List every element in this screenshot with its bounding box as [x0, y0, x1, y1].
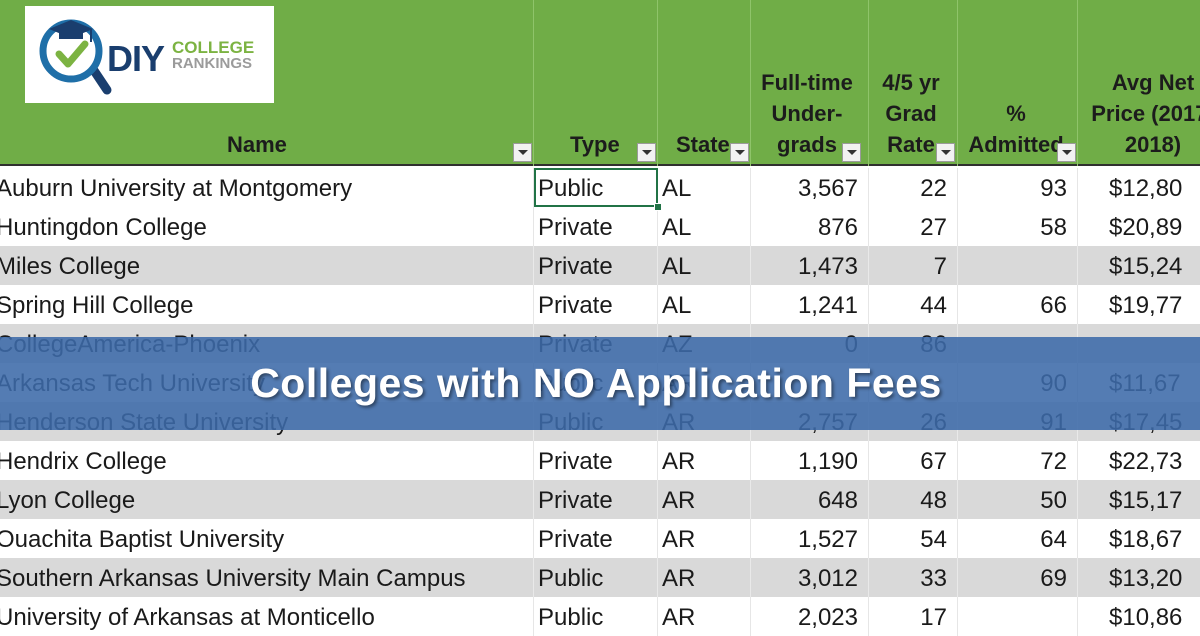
cell-state[interactable]: AL [658, 207, 751, 246]
cell-undergrads[interactable]: 1,527 [751, 519, 869, 558]
filter-dropdown-undergrads[interactable] [842, 143, 861, 162]
cell-admitted[interactable]: 69 [958, 558, 1078, 597]
cell-grad-rate[interactable]: 17 [869, 597, 958, 636]
cell-grad-rate[interactable]: 48 [869, 480, 958, 519]
cell-name[interactable]: Auburn University at Montgomery [0, 168, 534, 207]
cell-net-price[interactable]: $10,86 [1078, 597, 1200, 636]
cell-undergrads[interactable]: 1,241 [751, 285, 869, 324]
table-row[interactable]: Ouachita Baptist University Private AR 1,52… [0, 519, 1200, 558]
cell-state[interactable]: AR [658, 441, 751, 480]
cell-type[interactable]: Public [534, 558, 658, 597]
logo-line-rankings: RANKINGS [172, 55, 253, 72]
table-row[interactable]: Lyon College Private AR 648 48 50 $15,17 [0, 480, 1200, 519]
cell-undergrads[interactable]: 3,567 [751, 168, 869, 207]
cell-name[interactable]: Southern Arkansas University Main Campus [0, 558, 534, 597]
cell-undergrads[interactable]: 3,012 [751, 558, 869, 597]
filter-dropdown-type[interactable] [637, 143, 656, 162]
cell-state[interactable]: AR [658, 480, 751, 519]
cell-name[interactable]: Spring Hill College [0, 285, 534, 324]
table-row[interactable]: Miles College Private AL 1,473 7 $15,24 [0, 246, 1200, 285]
cell-admitted[interactable]: 93 [958, 168, 1078, 207]
cell-state[interactable]: AL [658, 246, 751, 285]
header-net-price-label: Avg Net Price (2017- 2018) [1091, 70, 1200, 157]
title-banner: Colleges with NO Application Fees [0, 337, 1200, 430]
header-type-label: Type [570, 132, 620, 157]
cell-net-price[interactable]: $13,20 [1078, 558, 1200, 597]
cell-name[interactable]: Hendrix College [0, 441, 534, 480]
cell-net-price[interactable]: $18,67 [1078, 519, 1200, 558]
cell-net-price[interactable]: $22,73 [1078, 441, 1200, 480]
cell-type[interactable]: Private [534, 285, 658, 324]
table-row[interactable]: Southern Arkansas University Main Campus… [0, 558, 1200, 597]
filter-dropdown-grad-rate[interactable] [936, 143, 955, 162]
cell-name[interactable]: Miles College [0, 246, 534, 285]
table-row[interactable]: University of Arkansas at Monticello Publ… [0, 597, 1200, 636]
header-name-label: Name [227, 132, 287, 157]
header-admitted-label: % Admitted [968, 101, 1064, 157]
cell-name[interactable]: Huntingdon College [0, 207, 534, 246]
cell-state[interactable]: AR [658, 597, 751, 636]
cell-grad-rate[interactable]: 7 [869, 246, 958, 285]
cell-name[interactable]: University of Arkansas at Monticello [0, 597, 534, 636]
logo-mark: DIY [107, 38, 165, 79]
table-row[interactable]: Huntingdon College Private AL 876 27 58 $20,89 [0, 207, 1200, 246]
cell-grad-rate[interactable]: 33 [869, 558, 958, 597]
cell-admitted[interactable] [958, 246, 1078, 285]
header-net-price[interactable]: Avg Net Price (2017- 2018) [1078, 0, 1200, 166]
cell-undergrads[interactable]: 876 [751, 207, 869, 246]
cell-admitted[interactable]: 72 [958, 441, 1078, 480]
cell-net-price[interactable]: $15,24 [1078, 246, 1200, 285]
selection-fill-handle[interactable] [654, 203, 662, 211]
cell-net-price[interactable]: $20,89 [1078, 207, 1200, 246]
header-admitted[interactable]: % Admitted [958, 0, 1078, 166]
cell-admitted[interactable]: 66 [958, 285, 1078, 324]
cell-state[interactable]: AR [658, 519, 751, 558]
header-undergrads[interactable]: Full-time Under- grads [751, 0, 869, 166]
spreadsheet: Name Type State Full-time Under- grads 4… [0, 0, 1200, 636]
cell-state[interactable]: AL [658, 168, 751, 207]
cell-grad-rate[interactable]: 44 [869, 285, 958, 324]
cell-grad-rate[interactable]: 54 [869, 519, 958, 558]
cell-type[interactable]: Public [534, 597, 658, 636]
cell-state[interactable]: AL [658, 285, 751, 324]
cell-admitted[interactable] [958, 597, 1078, 636]
cell-undergrads[interactable]: 2,023 [751, 597, 869, 636]
header-type[interactable]: Type [534, 0, 658, 166]
cell-undergrads[interactable]: 648 [751, 480, 869, 519]
cell-undergrads[interactable]: 1,190 [751, 441, 869, 480]
cell-grad-rate[interactable]: 27 [869, 207, 958, 246]
cell-net-price[interactable]: $19,77 [1078, 285, 1200, 324]
cell-type[interactable]: Private [534, 519, 658, 558]
filter-dropdown-admitted[interactable] [1057, 143, 1076, 162]
cell-name[interactable]: Lyon College [0, 480, 534, 519]
diy-college-rankings-logo: DIY COLLEGE RANKINGS [25, 6, 274, 103]
header-state[interactable]: State [658, 0, 751, 166]
banner-title: Colleges with NO Application Fees [250, 360, 942, 406]
filter-dropdown-name[interactable] [513, 143, 532, 162]
table-row[interactable]: Hendrix College Private AR 1,190 67 72 $22,73 [0, 441, 1200, 480]
cell-type[interactable]: Private [534, 246, 658, 285]
cell-admitted[interactable]: 58 [958, 207, 1078, 246]
header-grad-rate[interactable]: 4/5 yr Grad Rate [869, 0, 958, 166]
cell-type[interactable]: Private [534, 441, 658, 480]
header-state-label: State [676, 132, 730, 157]
cell-net-price[interactable]: $12,80 [1078, 168, 1200, 207]
cell-admitted[interactable]: 50 [958, 480, 1078, 519]
cell-grad-rate[interactable]: 67 [869, 441, 958, 480]
logo-line-college: COLLEGE [172, 38, 255, 57]
cell-type[interactable]: Private [534, 480, 658, 519]
cell-name[interactable]: Ouachita Baptist University [0, 519, 534, 558]
filter-dropdown-state[interactable] [730, 143, 749, 162]
cell-undergrads[interactable]: 1,473 [751, 246, 869, 285]
cell-admitted[interactable]: 64 [958, 519, 1078, 558]
table-row[interactable]: Auburn University at Montgomery Public AL 3… [0, 168, 1200, 207]
cell-type[interactable]: Public [534, 168, 658, 207]
table-row[interactable]: Spring Hill College Private AL 1,241 44 66 $19… [0, 285, 1200, 324]
cell-state[interactable]: AR [658, 558, 751, 597]
cell-net-price[interactable]: $15,17 [1078, 480, 1200, 519]
cell-type[interactable]: Private [534, 207, 658, 246]
cell-grad-rate[interactable]: 22 [869, 168, 958, 207]
